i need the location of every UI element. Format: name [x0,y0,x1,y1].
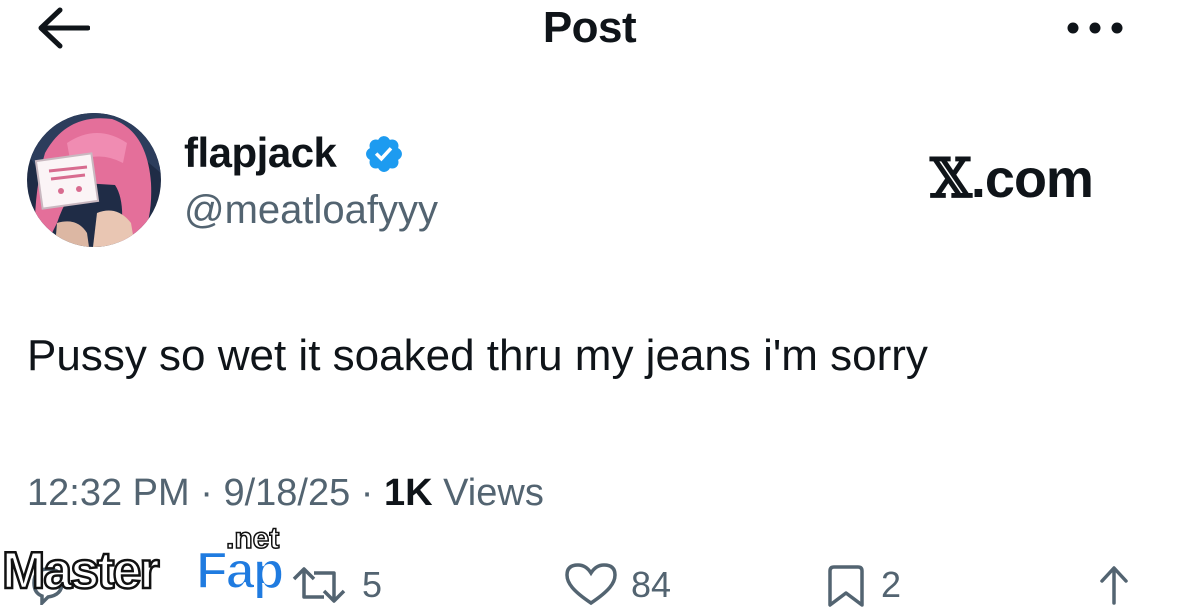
brand-domain: .com [970,149,1094,209]
author-display-name[interactable]: flapjack [184,128,337,178]
x-logo-icon: 𝕏 [930,146,972,210]
watermark-tld: .net [226,522,279,555]
share-icon [1100,566,1128,605]
page-title: Post [542,3,637,52]
bookmark-icon [828,565,864,607]
meta-separator: · [189,472,224,514]
repost-count: 5 [362,564,383,605]
views-count: 1K [384,472,433,514]
post-time[interactable]: 12:32 PM [27,472,190,514]
watermark-master: Master [2,542,159,598]
site-watermark: Master Fap .net [0,520,310,601]
avatar[interactable] [27,113,161,247]
post-meta: 12:32 PM · 9/18/25 · 1K Views [27,470,544,516]
post-text: Pussy so wet it soaked thru my jeans i'm… [27,331,928,380]
verified-badge-icon [363,133,405,175]
post-date[interactable]: 9/18/25 [223,472,350,514]
meta-separator: · [350,472,385,514]
bookmark-button[interactable]: 2 [825,560,901,610]
share-button[interactable] [1094,560,1134,610]
more-options-button[interactable] [1060,6,1130,50]
like-button[interactable]: 84 [565,560,671,610]
brand-watermark: 𝕏.com [930,146,1094,210]
bookmark-count: 2 [881,564,902,605]
heart-icon [565,563,617,606]
views-label: Views [432,472,544,514]
avatar-image [27,113,161,247]
like-count: 84 [631,564,672,605]
author-handle[interactable]: @meatloafyyy [184,186,438,234]
more-horizontal-icon [1067,22,1123,34]
